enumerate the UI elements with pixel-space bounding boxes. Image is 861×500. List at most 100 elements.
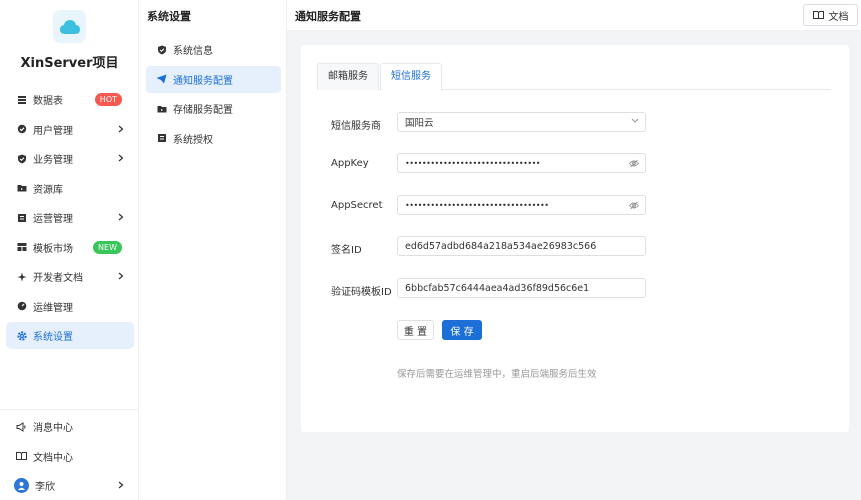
book-icon [812,10,824,20]
save-button[interactable]: 保 存 [442,320,482,340]
form-row-template: 验证码模板ID 6bbcfab57c6444aea4ad36f89d56c6e1 [331,278,651,298]
save-hint: 保存后需要在运维管理中，重启后端服务后生效 [397,369,597,380]
form-row-appkey: AppKey •••••••••••••••••••••••••••••••• [331,153,651,173]
subnav-title: 系统设置 [147,10,191,23]
service-tabs: 邮箱服务 短信服务 [317,63,831,91]
app-logo [53,10,86,43]
main-sidebar: XinServer项目 数据表 HOT 用户管理 业务管理 资源库 运营管理 模… [0,0,139,500]
sidebar-item-devops[interactable]: 运维管理 [6,293,134,320]
sidebar-item-tables[interactable]: 数据表 HOT [6,86,134,113]
sidebar-nav: 数据表 HOT 用户管理 业务管理 资源库 运营管理 模板市场 NEW 开发者文… [6,86,134,352]
user-shield-icon [16,124,27,135]
sidebar-item-label: 运维管理 [33,302,73,314]
subnav-item-notification[interactable]: 通知服务配置 [146,65,281,93]
template-label: 验证码模板ID [331,287,392,298]
cloud-icon [59,19,80,34]
sidebar-item-label: 文档中心 [33,452,73,464]
book-icon [16,451,27,462]
sidebar-item-label: 用户管理 [33,125,73,137]
template-icon [16,242,27,253]
template-id-input[interactable]: 6bbcfab57c6444aea4ad36f89d56c6e1 [397,278,646,298]
subnav-item-label: 存储服务配置 [173,105,233,116]
form-row-appsecret: AppSecret ••••••••••••••••••••••••••••••… [331,195,651,215]
new-badge: NEW [93,240,122,254]
sidebar-item-label: 业务管理 [33,155,73,166]
subnav-item-system-info[interactable]: 系统信息 [146,36,281,63]
appsecret-input[interactable]: •••••••••••••••••••••••••••••••••• [397,195,646,215]
sidebar-item-label: 消息中心 [33,423,73,434]
sidebar-item-label: 数据表 [33,96,63,107]
subnav-item-storage[interactable]: 存储服务配置 [146,95,281,122]
chevron-right-icon [118,154,124,165]
subnav-item-label: 通知服务配置 [173,75,233,87]
sidebar-item-user-profile[interactable]: 李欣 [6,472,134,499]
shield-check-icon [156,44,167,55]
sidebar-divider [0,409,139,410]
subnav-list: 系统信息 通知服务配置 存储服务配置 系统授权 [146,36,281,154]
sidebar-item-system-settings[interactable]: 系统设置 [6,322,134,349]
gauge-icon [16,301,27,312]
reset-button[interactable]: 重 置 [397,320,434,340]
sidebar-item-label: 资源库 [33,184,63,196]
sidebar-item-label: 模板市场 [33,243,73,255]
appsecret-value: •••••••••••••••••••••••••••••••••• [405,200,549,210]
folder-icon [16,183,27,194]
sidebar-item-developer-docs[interactable]: 开发者文档 [6,263,134,290]
sign-id-input[interactable]: ed6d57adbd684a218a534ae26983c566 [397,236,646,256]
sidebar-item-resources[interactable]: 资源库 [6,175,134,202]
sidebar-item-label: 开发者文档 [33,273,83,284]
template-id-value: 6bbcfab57c6444aea4ad36f89d56c6e1 [405,282,590,294]
chevron-right-icon [118,213,124,224]
page-title: 通知服务配置 [295,10,361,23]
chevron-right-icon [118,125,124,136]
appkey-input[interactable]: •••••••••••••••••••••••••••••••• [397,153,646,173]
eye-off-icon[interactable] [629,201,639,210]
eye-off-icon[interactable] [629,159,639,168]
shield-icon [16,153,27,164]
code-icon [16,271,27,282]
page-header: 通知服务配置 文档 [287,0,861,31]
megaphone-icon [16,421,27,432]
settings-subnav: 系统设置 系统信息 通知服务配置 存储服务配置 系统授权 [139,0,287,500]
hot-badge: HOT [94,93,122,106]
tab-email-service[interactable]: 邮箱服务 [317,63,379,90]
user-name: 李欣 [35,482,55,493]
sidebar-item-messages[interactable]: 消息中心 [6,413,134,440]
sidebar-item-label: 系统设置 [33,332,73,343]
sidebar-item-docs-center[interactable]: 文档中心 [6,443,134,470]
chevron-down-icon [631,118,639,124]
provider-value: 国阳云 [405,118,434,129]
appsecret-label: AppSecret [331,200,383,211]
list-icon [16,212,27,223]
form-row-sign: 签名ID ed6d57adbd684a218a534ae26983c566 [331,236,651,256]
docs-button-label: 文档 [828,11,849,23]
subnav-item-label: 系统授权 [173,134,213,146]
app-name: XinServer项目 [20,56,119,71]
sidebar-item-label: 运营管理 [33,214,73,225]
sidebar-item-business[interactable]: 业务管理 [6,145,134,172]
send-icon [156,74,167,85]
chevron-right-icon [118,272,124,283]
tab-sms-service[interactable]: 短信服务 [380,63,442,91]
sign-id-value: ed6d57adbd684a218a534ae26983c566 [405,240,597,252]
certificate-icon [156,133,167,144]
provider-select[interactable]: 国阳云 [397,112,646,132]
folder-icon [156,103,167,114]
config-card: 邮箱服务 短信服务 短信服务商 国阳云 AppKey •••••••••••••… [301,45,849,432]
sidebar-item-users[interactable]: 用户管理 [6,116,134,143]
appkey-value: •••••••••••••••••••••••••••••••• [405,158,541,168]
sidebar-item-templates[interactable]: 模板市场 NEW [6,234,134,261]
form-row-provider: 短信服务商 国阳云 [331,112,651,132]
subnav-item-license[interactable]: 系统授权 [146,125,281,152]
appkey-label: AppKey [331,158,369,169]
sidebar-item-operations[interactable]: 运营管理 [6,204,134,231]
chevron-right-icon [118,481,124,492]
docs-button[interactable]: 文档 [803,4,858,26]
gear-icon [16,330,27,341]
provider-label: 短信服务商 [331,121,381,132]
avatar-icon [14,478,29,493]
subnav-item-label: 系统信息 [173,46,213,57]
table-icon [16,94,27,105]
sidebar-bottom-nav: 消息中心 文档中心 李欣 [6,413,134,500]
sign-label: 签名ID [331,245,362,256]
